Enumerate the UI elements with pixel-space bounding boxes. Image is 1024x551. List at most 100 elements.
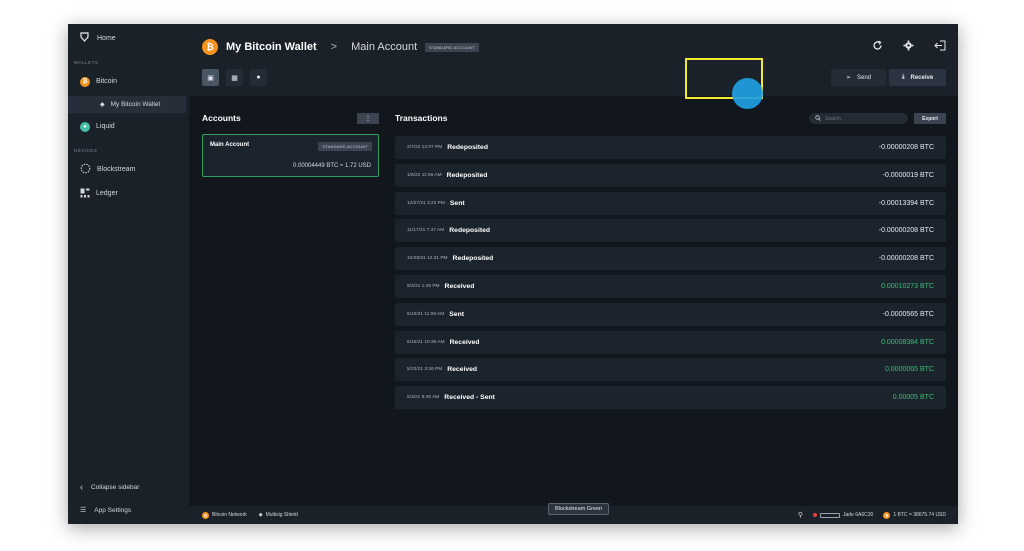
transaction-row[interactable]: 1/6/22 11:56 AM Redeposited -0.0000019 BTC [395,163,946,187]
account-type-badge: STANDARD ACCOUNT [425,42,479,52]
bitcoin-icon: ₿ [883,511,891,519]
sidebar-item-label: Bitcoin [96,78,118,85]
transaction-label: Redeposited [446,171,488,179]
sidebar: Home WALLETS ₿ Bitcoin ◆ My Bitcoin Wall… [68,24,189,524]
transaction-row[interactable]: 10/28/21 12:31 PM Redeposited -0.00000208 … [395,247,946,271]
transactions-heading: Transactions [395,113,448,123]
app-settings-button[interactable]: ☰ App Settings [80,506,131,515]
send-label: Send [857,74,872,81]
transaction-amount: -0.0000019 BTC [882,171,934,179]
logout-icon[interactable] [934,40,946,54]
send-button[interactable]: ➢ Send [831,69,886,86]
transaction-label: Received [449,338,480,346]
transaction-label: Redeposited [449,227,491,235]
network-label: Bitcoin Network [212,512,247,518]
transaction-label: Redeposited [452,255,494,263]
transaction-row[interactable]: 5/3/21 9:46 AM Received - Sent 0.00005 BTC [395,386,946,410]
chat-tab[interactable]: ● [250,69,267,86]
green-logo-icon [80,32,89,44]
sidebar-item-ledger[interactable]: Ledger [68,185,189,202]
rate-label: 1 BTC = 38675.74 USD [893,512,946,518]
header-actions [872,40,946,54]
blockstream-icon [80,163,91,176]
account-balance: 0.00004449 BTC ≈ 1.72 USD [292,163,371,169]
wallet-tag-icon: ◆ [100,102,105,108]
shield-label: Multisig Shield [265,512,298,518]
device-status-dot [813,513,818,517]
transaction-row[interactable]: 12/27/21 3:23 PM Sent -0.00013394 BTC [395,191,946,215]
transaction-row[interactable]: 11/17/21 7:47 AM Redeposited -0.00000208 B… [395,219,946,243]
rate-indicator: ₿ 1 BTC = 38675.74 USD [883,511,946,519]
sidebar-item-bitcoin[interactable]: ₿ Bitcoin [68,73,189,90]
export-button[interactable]: Export [914,113,946,124]
transaction-amount: -0.00000208 BTC [878,144,934,151]
account-name: Main Account [210,142,250,148]
ledger-icon [80,188,90,200]
transaction-amount: -0.00013394 BTC [878,199,934,207]
assets-tab[interactable]: ▦ [226,69,243,86]
liquid-icon: ● [80,121,90,132]
overview-tab[interactable]: ▣ [202,69,219,86]
home-label: Home [97,34,116,42]
app-window: Home WALLETS ₿ Bitcoin ◆ My Bitcoin Wall… [68,24,958,524]
hardware-device-icon [820,512,841,518]
breadcrumb-separator: > [330,41,338,53]
wallets-section-label: WALLETS [74,60,99,65]
click-indicator [732,78,763,109]
transaction-amount: -0.0000565 BTC [882,310,934,318]
devices-section-label: DEVICES [74,148,98,153]
accounts-more-button[interactable]: ⋮ [357,113,379,124]
transaction-date: 1/6/22 11:56 AM [407,172,442,178]
device-indicator[interactable]: Jade 6A6C30 [813,512,873,518]
transaction-date: 5/23/21 3:26 PM [407,367,443,373]
sidebar-item-label: Blockstream [97,166,136,173]
transaction-row[interactable]: 9/3/21 1:49 PM Received 0.00010273 BTC [395,274,946,298]
download-icon: ⤓ [901,74,905,80]
collapse-sidebar-label: Collapse sidebar [91,483,140,491]
sidebar-item-my-bitcoin-wallet[interactable]: ◆ My Bitcoin Wallet [68,96,186,113]
refresh-icon[interactable] [872,40,883,54]
transaction-row[interactable]: 2/7/22 12:07 PM Redeposited -0.00000208 BT… [395,136,946,159]
sidebar-home[interactable]: Home [80,32,116,44]
bitcoin-icon: ₿ [202,39,218,55]
transaction-date: 6/15/21 11:09 AM [407,311,445,317]
wallet-header: ₿ My Bitcoin Wallet > Main Account STAND… [189,24,958,96]
transaction-date: 6/15/21 10:35 AM [407,339,445,345]
transaction-row[interactable]: 6/15/21 10:35 AM Received 0.00008384 BTC [395,330,946,354]
connection-icon[interactable]: ⚲ [798,511,803,519]
assets-icon: ▦ [231,74,238,82]
transaction-label: Received [444,282,475,290]
sidebar-item-liquid[interactable]: ● Liquid [68,118,189,135]
send-arrow-icon: ➢ [845,75,851,81]
account-card-badge: STANDARD ACCOUNT [318,142,372,151]
sidebar-item-label: Ledger [96,190,118,197]
network-indicator[interactable]: ₿ Bitcoin Network [202,511,247,519]
transaction-date: 12/27/21 3:23 PM [407,200,445,206]
transaction-amount: 0.0000065 BTC [884,366,934,374]
transaction-row[interactable]: 6/15/21 11:09 AM Sent -0.0000565 BTC [395,302,946,326]
transaction-date: 9/3/21 1:49 PM [407,283,440,289]
shield-indicator[interactable]: ◆ Multisig Shield [259,512,298,518]
transaction-amount: -0.00000208 BTC [878,255,934,263]
sidebar-item-label: My Bitcoin Wallet [110,101,161,108]
search-box[interactable] [809,113,908,124]
transaction-row[interactable]: 5/23/21 3:26 PM Received 0.0000065 BTC [395,358,946,382]
transaction-label: Sent [449,199,465,207]
transaction-label: Received [447,366,478,374]
receive-button[interactable]: ⤓ Receive [889,69,946,86]
status-left: ₿ Bitcoin Network ◆ Multisig Shield [202,511,298,519]
breadcrumb: ₿ My Bitcoin Wallet > Main Account STAND… [202,39,479,55]
sidebar-item-blockstream[interactable]: Blockstream [68,161,189,178]
device-label: Jade 6A6C30 [843,512,874,518]
gear-icon[interactable] [903,40,914,54]
search-input[interactable] [825,115,905,122]
sidebar-item-label: Liquid [96,123,115,130]
transaction-list: 2/7/22 12:07 PM Redeposited -0.00000208 BT… [395,136,946,414]
transaction-date: 5/3/21 9:46 AM [407,395,440,401]
collapse-sidebar-button[interactable]: ‹ Collapse sidebar [80,482,139,492]
transaction-date: 2/7/22 12:07 PM [407,145,443,150]
wallet-title[interactable]: My Bitcoin Wallet [226,41,317,53]
account-title[interactable]: Main Account [351,41,417,53]
account-card[interactable]: Main Account STANDARD ACCOUNT 0.00004449… [202,134,379,177]
transaction-label: Redeposited [447,144,488,151]
